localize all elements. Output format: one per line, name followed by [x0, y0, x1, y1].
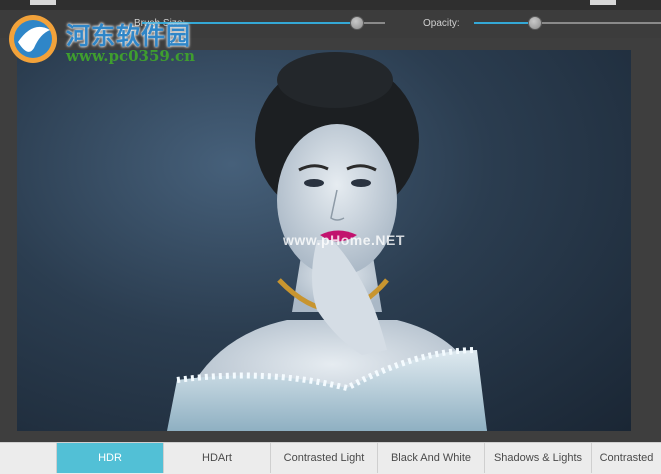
watermark-url: www.pc0359.cn [66, 47, 196, 65]
preset-tab-bar: HDR HDArt Contrasted Light Black And Whi… [0, 442, 661, 474]
brush-size-slider-handle[interactable] [350, 16, 364, 30]
site-logo-icon [9, 15, 57, 63]
opacity-slider-handle[interactable] [528, 16, 542, 30]
preset-tab-black-and-white[interactable]: Black And White [378, 443, 485, 473]
watermark-site-name: 河东软件园 [66, 21, 191, 50]
edited-photo[interactable]: www.pHome.NET [17, 50, 631, 431]
preset-tab-contrasted[interactable]: Contrasted [592, 443, 661, 473]
opacity-fill [474, 22, 536, 24]
preset-tab-hdart[interactable]: HDArt [164, 443, 271, 473]
preset-tab-shadows-lights[interactable]: Shadows & Lights [485, 443, 592, 473]
preset-tab-spacer [0, 443, 57, 473]
toolbar-icon[interactable] [590, 0, 616, 5]
toolbar-icon[interactable] [30, 0, 56, 5]
opacity-label: Opacity: [423, 18, 460, 29]
top-toolbar-strip [0, 0, 661, 10]
canvas-area: www.pHome.NET [0, 38, 661, 442]
preset-tab-contrasted-light[interactable]: Contrasted Light [271, 443, 378, 473]
preset-tab-hdr[interactable]: HDR [57, 443, 164, 473]
photo-watermark: www.pHome.NET [283, 232, 405, 248]
